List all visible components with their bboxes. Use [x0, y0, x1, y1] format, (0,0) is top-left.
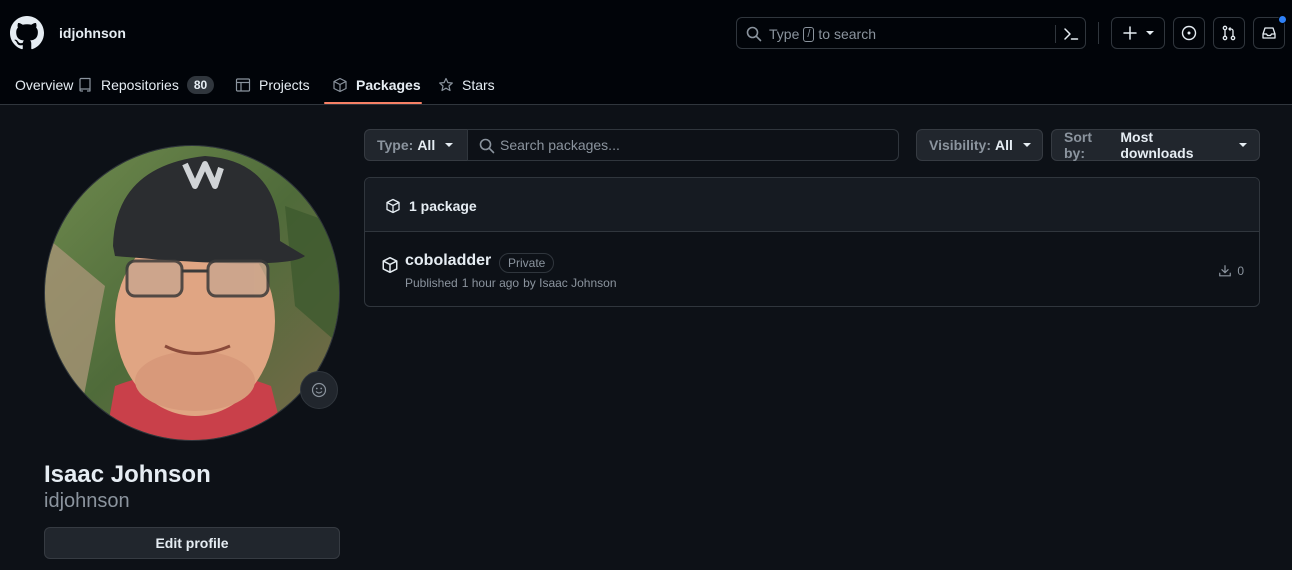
profile-full-name: Isaac Johnson — [44, 461, 211, 488]
issues-button[interactable] — [1173, 17, 1205, 49]
search-divider — [1055, 25, 1056, 43]
tab-stars[interactable]: Stars — [438, 64, 495, 105]
tab-overview[interactable]: Overview — [0, 64, 73, 105]
notification-indicator — [1278, 15, 1287, 24]
package-count: 1 package — [409, 198, 477, 214]
visibility-filter-button[interactable]: Visibility: All — [916, 129, 1043, 161]
tab-packages[interactable]: Packages — [332, 64, 421, 105]
tab-projects-label: Projects — [259, 76, 310, 93]
search-placeholder: Type / to search — [769, 26, 876, 42]
search-shortcut-key: / — [803, 26, 815, 42]
search-icon — [746, 26, 762, 42]
package-search-input[interactable] — [500, 130, 890, 160]
command-palette-icon[interactable] — [1063, 26, 1079, 42]
tab-projects[interactable]: Projects — [235, 64, 310, 105]
tab-repositories[interactable]: Repositories 80 — [77, 64, 215, 105]
chevron-down-icon — [445, 143, 454, 147]
downloads-value: 0 — [1237, 264, 1244, 278]
plus-icon — [1123, 26, 1137, 40]
type-filter-label: Type: — [377, 137, 414, 153]
star-icon — [439, 77, 453, 91]
sort-button[interactable]: Sort by: Most downloads — [1051, 129, 1260, 161]
edit-profile-button[interactable]: Edit profile — [44, 527, 340, 559]
active-tab-underline — [324, 102, 422, 104]
package-name-link[interactable]: coboladder — [405, 252, 491, 270]
visibility-badge: Private — [499, 253, 555, 273]
header-separator — [1098, 22, 1099, 44]
chevron-down-icon — [1022, 143, 1031, 147]
chevron-down-icon — [1146, 31, 1154, 35]
package-icon — [382, 256, 398, 274]
profile-tabs: Overview Repositories 80 Projects Packag… — [0, 64, 700, 105]
inbox-button[interactable] — [1253, 15, 1287, 49]
github-logo-icon[interactable] — [10, 16, 44, 50]
type-filter-value: All — [417, 137, 436, 153]
sort-label: Sort by: — [1064, 129, 1092, 161]
profile-photo — [45, 146, 339, 440]
app-header: idjohnson Type / to search Overview Repo… — [0, 0, 1292, 105]
package-icon — [333, 77, 347, 92]
type-filter-button[interactable]: Type: All — [364, 129, 468, 161]
header-username[interactable]: idjohnson — [59, 25, 126, 41]
repo-icon — [79, 77, 91, 92]
tab-packages-label: Packages — [356, 76, 421, 93]
repositories-count-badge: 80 — [186, 75, 215, 94]
sort-value: Most downloads — [1120, 129, 1194, 161]
tab-stars-label: Stars — [462, 76, 495, 93]
visibility-filter-value: All — [994, 137, 1013, 153]
git-pull-request-icon — [1222, 25, 1236, 41]
package-icon — [386, 198, 400, 214]
profile-login: idjohnson — [44, 490, 130, 512]
global-search[interactable]: Type / to search — [736, 17, 1086, 49]
download-icon — [1219, 265, 1232, 277]
search-icon — [479, 138, 495, 154]
inbox-icon — [1262, 27, 1276, 39]
search-prefix: Type — [769, 26, 800, 42]
published-by: by Isaac Johnson — [523, 276, 617, 290]
package-search[interactable] — [467, 129, 899, 161]
pull-requests-button[interactable] — [1213, 17, 1245, 49]
published-label: Published — [405, 276, 458, 290]
set-status-button[interactable] — [300, 371, 338, 409]
issue-opened-icon — [1181, 25, 1197, 41]
downloads-count: 0 — [1218, 264, 1244, 278]
search-suffix: to search — [818, 26, 877, 42]
chevron-down-icon — [1239, 143, 1247, 147]
create-new-button[interactable] — [1111, 17, 1165, 49]
packages-list-header: 1 package — [365, 178, 1259, 232]
package-published-meta: Published 1 hour ago by Isaac Johnson — [405, 276, 617, 290]
table-icon — [235, 77, 251, 92]
tab-repositories-label: Repositories — [101, 76, 179, 93]
published-time: 1 hour ago — [461, 276, 520, 290]
smiley-icon — [311, 382, 327, 398]
list-item: coboladder Private Published 1 hour ago … — [365, 233, 1259, 306]
tab-overview-label: Overview — [15, 76, 74, 93]
packages-list: 1 package coboladder Private Published 1… — [364, 177, 1260, 307]
visibility-filter-label: Visibility: — [929, 137, 991, 153]
avatar[interactable] — [44, 145, 340, 441]
book-icon — [0, 77, 7, 93]
